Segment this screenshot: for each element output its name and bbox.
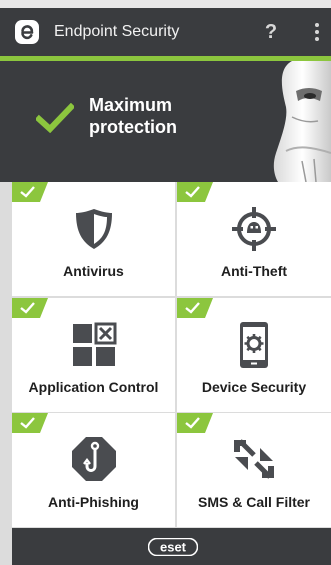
overflow-menu-icon[interactable] <box>309 18 325 46</box>
system-status-strip <box>0 0 331 8</box>
protection-status-text: Maximum protection <box>89 94 177 138</box>
help-button[interactable]: ? <box>259 18 283 46</box>
checkmark-icon <box>36 103 74 133</box>
protected-badge <box>177 298 213 318</box>
app-grid-icon <box>72 322 116 366</box>
status-line-2: protection <box>89 117 177 137</box>
protected-badge <box>12 182 48 202</box>
app-title: Endpoint Security <box>54 23 180 40</box>
tile-device-security[interactable]: Device Security <box>177 298 331 412</box>
eset-logo: eset <box>148 538 198 556</box>
tile-application-control[interactable]: Application Control <box>12 298 175 412</box>
app-bar: Endpoint Security ? <box>0 8 331 56</box>
protected-badge <box>12 413 48 433</box>
tile-anti-theft[interactable]: Anti-Theft <box>177 182 331 296</box>
tile-antivirus[interactable]: Antivirus <box>12 182 175 296</box>
protected-badge <box>177 413 213 433</box>
tile-sms-call-filter[interactable]: SMS & Call Filter <box>177 413 331 527</box>
svg-text:eset: eset <box>160 540 187 555</box>
status-line-1: Maximum <box>89 95 173 115</box>
tile-label: Anti-Theft <box>220 263 288 279</box>
protected-badge <box>177 182 213 202</box>
hook-octagon-icon <box>71 437 116 481</box>
crosshair-robot-icon <box>232 207 276 251</box>
footer-bar: eset <box>12 528 331 565</box>
android-robot-illustration <box>273 61 331 182</box>
call-arrows-icon <box>234 439 274 479</box>
protection-status-panel: Maximum protection <box>0 61 331 182</box>
tile-label: Anti-Phishing <box>48 494 139 510</box>
tile-label: SMS & Call Filter <box>197 494 311 510</box>
phone-gear-icon <box>240 322 268 368</box>
protected-badge <box>12 298 48 318</box>
feature-grid: Antivirus Anti-Theft Application Control <box>12 182 331 527</box>
tile-label: Antivirus <box>63 263 124 279</box>
tile-anti-phishing[interactable]: Anti-Phishing <box>12 413 175 527</box>
shield-icon <box>75 209 112 249</box>
tile-label: Device Security <box>201 379 307 395</box>
tile-label: Application Control <box>28 379 159 395</box>
eset-e-icon[interactable] <box>14 19 40 45</box>
